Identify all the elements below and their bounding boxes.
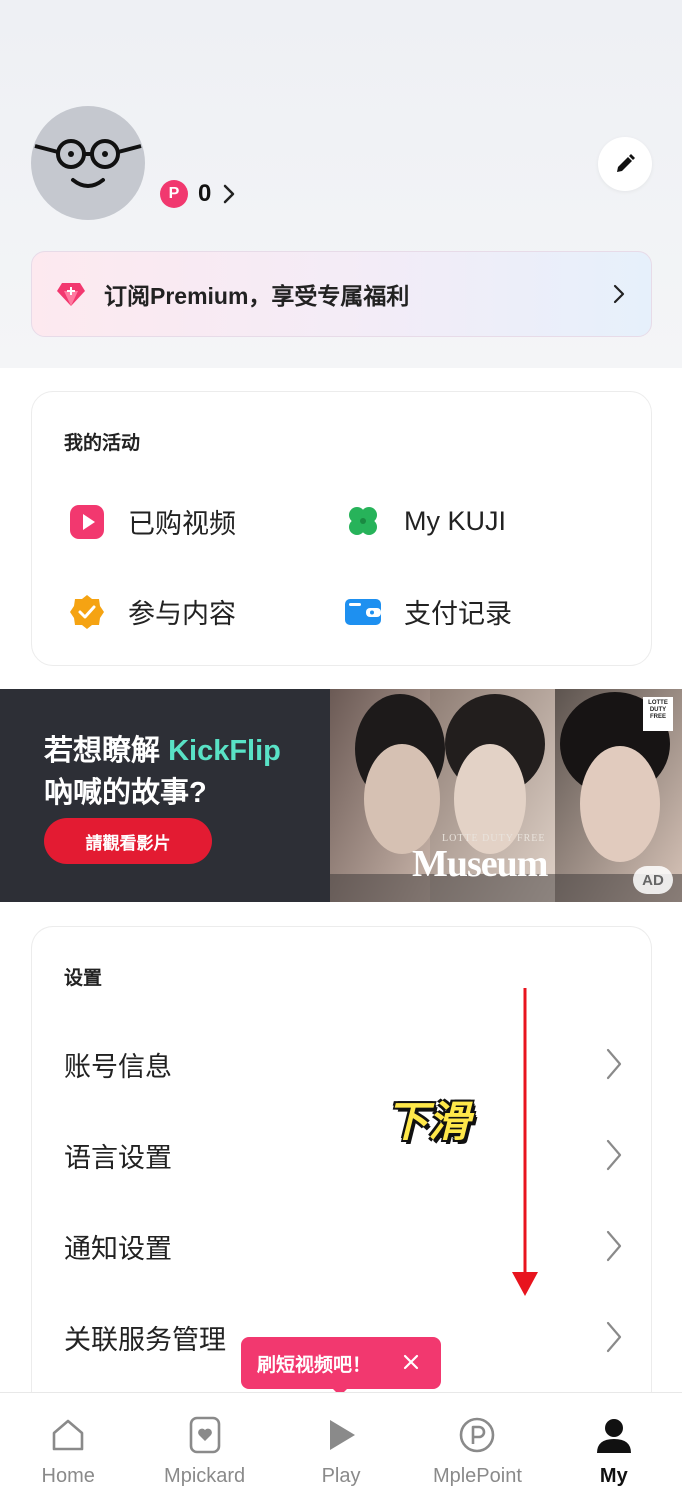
activity-title: 我的活动	[64, 433, 141, 454]
nav-label: Mpickard	[164, 1465, 246, 1487]
points-value: 0	[198, 180, 212, 207]
edit-profile-button[interactable]	[598, 137, 652, 191]
nav-mpickard[interactable]: Mpickard	[136, 1393, 272, 1500]
wallet-icon	[344, 593, 382, 631]
chevron-right-icon	[606, 1048, 622, 1080]
bottom-nav: Home Mpickard Play MplePoint My	[0, 1392, 682, 1500]
premium-label: 订阅Premium，享受专属福利	[104, 283, 410, 309]
avatar[interactable]	[31, 106, 145, 220]
activity-item-label: My KUJI	[404, 505, 507, 536]
tooltip-text: 刷短视频吧！	[257, 1354, 372, 1376]
home-icon	[46, 1413, 90, 1457]
nav-play[interactable]: Play	[273, 1393, 409, 1500]
clover-icon	[344, 502, 382, 540]
activity-item-payment-history[interactable]: 支付记录	[344, 592, 512, 631]
play-icon	[319, 1413, 363, 1457]
swipe-down-arrow-icon	[512, 988, 538, 1296]
activity-item-label: 支付记录	[404, 599, 512, 629]
ad-headline-line2: 吶喊的故事?	[44, 777, 207, 809]
settings-card: 设置 账号信息 语言设置 通知设置 关联服务管理	[31, 926, 652, 1406]
chevron-right-icon	[606, 1139, 622, 1171]
settings-item-label: 语言设置	[64, 1142, 172, 1173]
nav-home[interactable]: Home	[0, 1393, 136, 1500]
chevron-right-icon	[613, 284, 625, 304]
badge-check-icon	[68, 593, 106, 631]
nav-label: My	[599, 1465, 628, 1487]
chevron-right-icon	[606, 1230, 622, 1262]
close-icon[interactable]	[399, 1350, 423, 1374]
point-badge-icon: P	[160, 180, 188, 208]
short-video-tooltip[interactable]: 刷短视频吧！	[241, 1337, 441, 1389]
settings-item-account-info[interactable]: 账号信息	[64, 1039, 624, 1089]
nav-label: Home	[41, 1465, 95, 1487]
play-video-icon	[68, 503, 106, 541]
nav-my[interactable]: My	[546, 1393, 682, 1500]
diamond-heart-icon	[57, 283, 85, 306]
activity-item-my-kuji[interactable]: My KUJI	[344, 502, 506, 540]
card-heart-icon	[183, 1413, 227, 1457]
activity-item-purchased-videos[interactable]: 已购视频	[68, 502, 236, 541]
chevron-right-icon	[224, 184, 235, 204]
nav-label: Play	[321, 1465, 361, 1487]
activity-item-participation[interactable]: 参与内容	[68, 592, 236, 631]
ad-brand-title: Museum	[412, 843, 548, 885]
settings-item-label: 通知设置	[64, 1233, 172, 1264]
nav-label: MplePoint	[432, 1465, 522, 1487]
premium-subscribe-banner[interactable]: 订阅Premium，享受专属福利	[31, 251, 652, 337]
settings-item-notifications[interactable]: 通知设置	[64, 1221, 624, 1271]
settings-item-label: 关联服务管理	[64, 1324, 226, 1355]
points-link[interactable]: P 0	[160, 178, 237, 210]
ad-watch-video-button[interactable]: 請觀看影片	[44, 818, 212, 864]
person-icon	[592, 1413, 636, 1457]
avatar-face-icon	[34, 139, 142, 188]
settings-title: 设置	[64, 968, 103, 989]
ad-headline-line1: 若想瞭解 KickFlip	[44, 735, 281, 767]
ad-badge: AD	[633, 866, 673, 894]
chevron-right-icon	[606, 1321, 622, 1353]
point-icon	[455, 1413, 499, 1457]
nav-mplepoint[interactable]: MplePoint	[409, 1393, 545, 1500]
pencil-icon	[617, 154, 635, 172]
ad-highlight: KickFlip	[168, 735, 281, 767]
activity-item-label: 已购视频	[128, 509, 236, 539]
swipe-down-label: 下滑	[386, 1098, 471, 1145]
settings-item-language[interactable]: 语言设置	[64, 1130, 624, 1180]
activity-card: 我的活动 已购视频 My KUJI 参与内容 支付记录	[31, 391, 652, 666]
lotte-logo: LOTTE DUTY FREE	[643, 697, 673, 731]
settings-item-label: 账号信息	[64, 1051, 172, 1082]
activity-item-label: 参与内容	[128, 599, 236, 629]
